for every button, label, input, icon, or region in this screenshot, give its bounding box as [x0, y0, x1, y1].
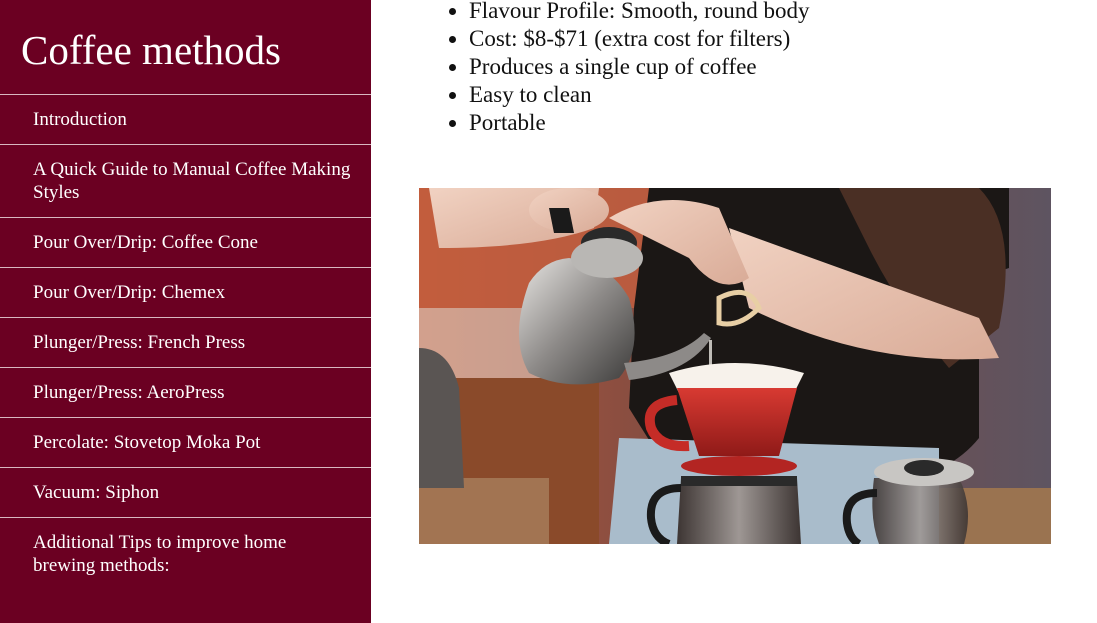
list-item: Flavour Profile: Smooth, round body	[469, 0, 810, 25]
sidebar-item-introduction[interactable]: Introduction	[0, 94, 371, 144]
sidebar-item-aeropress[interactable]: Plunger/Press: AeroPress	[0, 367, 371, 417]
features-list: Flavour Profile: Smooth, round body Cost…	[430, 0, 810, 137]
sidebar-item-additional-tips[interactable]: Additional Tips to improve home brewing …	[0, 517, 371, 590]
list-item: Portable	[469, 109, 810, 137]
sidebar: Coffee methods Introduction A Quick Guid…	[0, 0, 371, 623]
sidebar-title: Coffee methods	[21, 27, 281, 73]
coffee-pour-over-photo	[419, 188, 1051, 544]
sidebar-nav: Introduction A Quick Guide to Manual Cof…	[0, 94, 371, 590]
list-item: Produces a single cup of coffee	[469, 53, 810, 81]
sidebar-item-moka-pot[interactable]: Percolate: Stovetop Moka Pot	[0, 417, 371, 467]
sidebar-item-chemex[interactable]: Pour Over/Drip: Chemex	[0, 267, 371, 317]
sidebar-item-coffee-cone[interactable]: Pour Over/Drip: Coffee Cone	[0, 217, 371, 267]
list-item: Easy to clean	[469, 81, 810, 109]
sidebar-item-french-press[interactable]: Plunger/Press: French Press	[0, 317, 371, 367]
sidebar-item-siphon[interactable]: Vacuum: Siphon	[0, 467, 371, 517]
list-item: Cost: $8-$71 (extra cost for filters)	[469, 25, 810, 53]
sidebar-item-quick-guide[interactable]: A Quick Guide to Manual Coffee Making St…	[0, 144, 371, 217]
